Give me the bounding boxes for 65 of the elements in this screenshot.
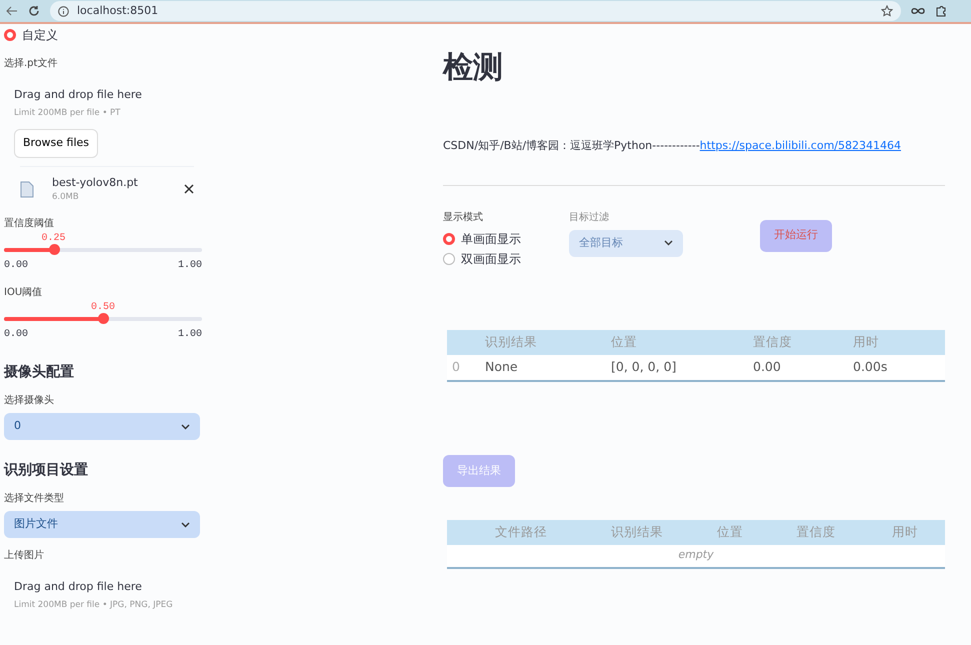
- drop-text: Drag and drop file here: [14, 579, 143, 595]
- radio-label: 自定义: [22, 27, 58, 44]
- radio-button[interactable]: [4, 29, 16, 41]
- column-header: 识别结果: [610, 522, 664, 541]
- chevron-down-icon: [181, 522, 190, 528]
- browse-files-button[interactable]: Browse files: [14, 129, 98, 158]
- select-box[interactable]: 图片文件: [4, 511, 200, 538]
- field-label: 选择文件类型: [4, 492, 65, 506]
- column-header: 位置: [611, 332, 638, 351]
- radio-button[interactable]: [443, 232, 455, 244]
- field-label: 目标过滤: [569, 210, 610, 224]
- limit-text: Limit 200MB per file • JPG, PNG, JPEG: [14, 598, 174, 612]
- limit-text: Limit 200MB per file • PT: [14, 106, 122, 120]
- slider-max: 1.00: [178, 259, 202, 273]
- column-header: 用时: [853, 332, 880, 351]
- field-label: 上传图片: [4, 548, 45, 563]
- infinity-icon[interactable]: [911, 7, 925, 15]
- column-header: 位置: [716, 522, 744, 541]
- column-header: 置信度: [753, 332, 793, 351]
- select-box[interactable]: 0: [4, 413, 200, 440]
- chevron-down-icon: [664, 240, 673, 246]
- field-label: 显示模式: [443, 210, 484, 224]
- credit-link[interactable]: https://space.bilibili.com/582341464: [700, 139, 901, 152]
- table-cell-text: 0.00: [753, 358, 782, 376]
- slider-value: 0.25: [42, 232, 66, 246]
- slider-value: 0.50: [91, 301, 115, 315]
- column-header: 置信度: [796, 522, 836, 541]
- credit-text: CSDN/知乎/B站/博客园：逗逗班学Python------------: [443, 139, 700, 152]
- page-title: 检测: [443, 50, 504, 86]
- chevron-down-icon: [181, 424, 190, 430]
- empty-text: empty: [678, 547, 714, 564]
- field-label: 选择.pt文件: [4, 56, 58, 71]
- address-bar[interactable]: localhost:8501: [50, 1, 901, 21]
- puzzle-icon[interactable]: [935, 5, 947, 17]
- section-heading: 识别项目设置: [4, 461, 89, 480]
- column-header: 文件路径: [494, 522, 548, 541]
- slider-max: 1.00: [178, 328, 202, 342]
- field-label: 选择摄像头: [4, 394, 55, 408]
- star-icon[interactable]: [881, 5, 893, 17]
- slider-label: IOU阈值: [4, 286, 44, 300]
- table-cell-text: 0.00s: [853, 358, 888, 376]
- file-size: 6.0MB: [52, 191, 80, 204]
- file-name: best-yolov8n.pt: [52, 174, 139, 191]
- slider-thumb[interactable]: [98, 313, 109, 324]
- drop-text: Drag and drop file here: [14, 87, 143, 103]
- select-box[interactable]: 全部目标: [569, 230, 683, 256]
- close-icon[interactable]: [184, 184, 194, 194]
- slider-label: 置信度阈值: [4, 216, 55, 231]
- radio-label: 单画面显示: [461, 230, 521, 248]
- url-text: localhost:8501: [77, 2, 158, 19]
- slider-min: 0.00: [4, 328, 28, 342]
- column-header: 识别结果: [485, 332, 538, 351]
- radio-button[interactable]: [443, 252, 455, 264]
- radio-label: 双画面显示: [461, 250, 521, 268]
- column-header: 用时: [891, 522, 919, 541]
- reload-icon[interactable]: [28, 5, 40, 17]
- file-icon: [20, 180, 34, 198]
- slider-min: 0.00: [4, 259, 28, 273]
- section-heading: 摄像头配置: [4, 363, 75, 382]
- slider-thumb[interactable]: [48, 244, 60, 255]
- table-cell-text: None: [485, 358, 519, 376]
- table-cell-text: [0, 0, 0, 0]: [611, 358, 678, 376]
- info-icon: [58, 6, 69, 16]
- row-index: 0: [451, 358, 461, 376]
- back-icon[interactable]: [6, 6, 18, 16]
